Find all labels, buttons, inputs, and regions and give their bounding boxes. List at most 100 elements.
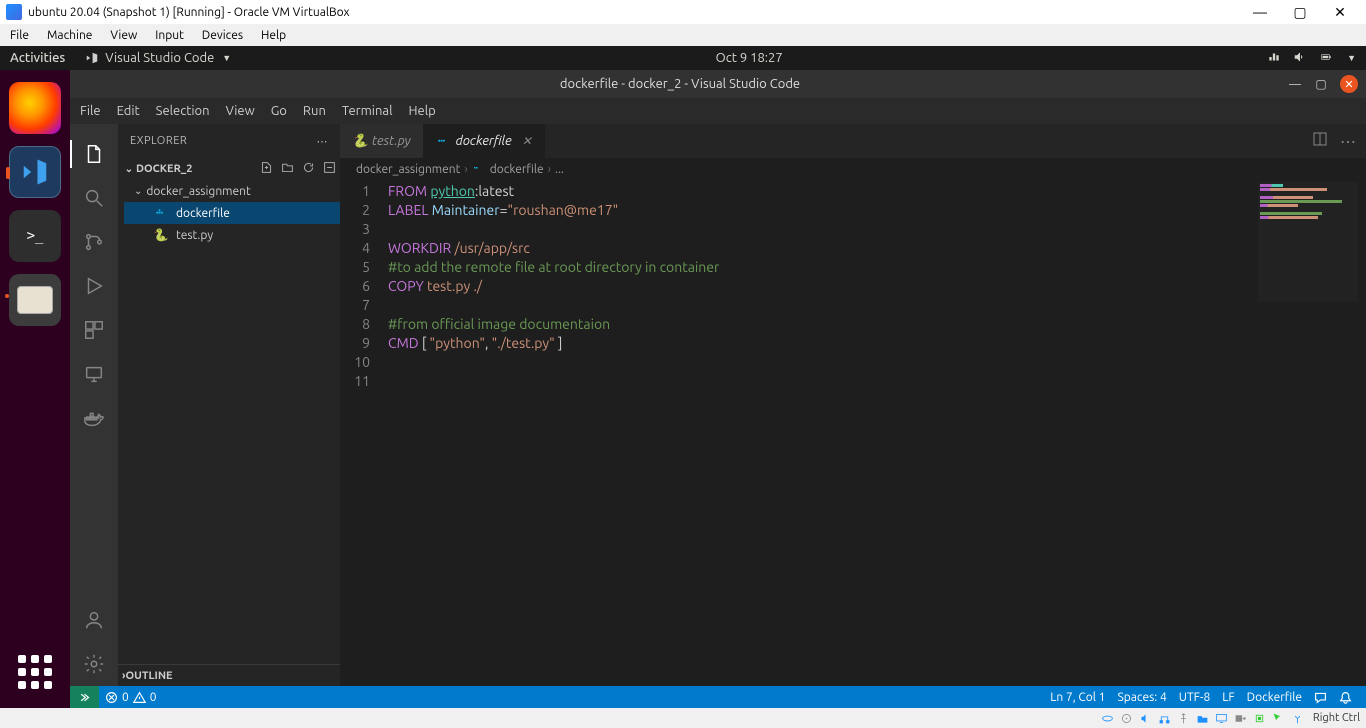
- virtualbox-title: ubuntu 20.04 (Snapshot 1) [Running] - Or…: [28, 6, 350, 19]
- dock-show-applications[interactable]: [9, 646, 61, 698]
- menu-go[interactable]: Go: [271, 104, 287, 118]
- activities-button[interactable]: Activities: [10, 51, 65, 65]
- status-encoding[interactable]: UTF-8: [1173, 691, 1216, 704]
- vscode-maximize-button[interactable]: ▢: [1308, 77, 1334, 91]
- line-number-gutter: 1234567891011: [340, 180, 388, 686]
- menu-selection[interactable]: Selection: [156, 104, 210, 118]
- status-line-col[interactable]: Ln 7, Col 1: [1044, 691, 1111, 704]
- activity-source-control[interactable]: [70, 220, 118, 264]
- breadcrumb[interactable]: docker_assignment › dockerfile › ...: [340, 158, 1366, 180]
- vbox-hdd-icon[interactable]: [1100, 711, 1115, 726]
- split-editor-icon[interactable]: [1312, 131, 1328, 151]
- refresh-icon[interactable]: [302, 161, 315, 177]
- code-content[interactable]: FROM python:latestLABEL Maintainer="rous…: [388, 180, 1366, 686]
- status-problems[interactable]: 0 0: [99, 691, 163, 704]
- editor-group: 🐍 test.py dockerfile ✕ ⋯ docke: [340, 124, 1366, 686]
- menu-terminal[interactable]: Terminal: [342, 104, 393, 118]
- menu-help[interactable]: Help: [408, 104, 435, 118]
- code-editor[interactable]: 1234567891011 FROM python:latestLABEL Ma…: [340, 180, 1366, 686]
- dock-terminal[interactable]: [9, 210, 61, 262]
- vbox-menu-file[interactable]: File: [10, 29, 29, 42]
- collapse-icon[interactable]: [323, 161, 336, 177]
- new-folder-icon[interactable]: [281, 161, 294, 177]
- minimap[interactable]: [1258, 182, 1358, 302]
- editor-more-icon[interactable]: ⋯: [1340, 132, 1356, 151]
- vbox-host-key: Right Ctrl: [1313, 712, 1360, 724]
- vbox-menu-help[interactable]: Help: [261, 29, 286, 42]
- vbox-shared-folder-icon[interactable]: [1195, 711, 1210, 726]
- menu-file[interactable]: File: [80, 104, 101, 118]
- status-notifications-icon[interactable]: [1333, 691, 1358, 704]
- menu-edit[interactable]: Edit: [117, 104, 140, 118]
- activity-run-debug[interactable]: [70, 264, 118, 308]
- status-feedback-icon[interactable]: [1308, 691, 1333, 704]
- system-menu-icon[interactable]: ▼: [1347, 53, 1356, 63]
- dropdown-icon: ▼: [222, 53, 231, 63]
- virtualbox-menu-bar: File Machine View Input Devices Help: [0, 24, 1366, 46]
- activity-docker[interactable]: [70, 396, 118, 440]
- status-spaces[interactable]: Spaces: 4: [1111, 691, 1172, 704]
- dock-vscode[interactable]: [9, 146, 61, 198]
- chevron-down-icon: ⌄: [122, 163, 136, 175]
- network-icon[interactable]: [1267, 50, 1281, 67]
- vbox-menu-input[interactable]: Input: [155, 29, 184, 42]
- vbox-audio-icon[interactable]: [1138, 711, 1153, 726]
- outline-header[interactable]: › OUTLINE: [118, 664, 340, 686]
- close-tab-icon[interactable]: ✕: [522, 134, 532, 148]
- docker-file-icon: [154, 206, 168, 220]
- tree-folder-docker-assignment[interactable]: ⌄ docker_assignment: [124, 180, 340, 202]
- tab-dockerfile[interactable]: dockerfile ✕: [424, 124, 545, 158]
- vscode-window: dockerfile - docker_2 - Visual Studio Co…: [70, 70, 1366, 708]
- activity-explorer[interactable]: [70, 132, 118, 176]
- sound-icon[interactable]: [1293, 50, 1307, 67]
- virtualbox-icon: [6, 4, 22, 20]
- dock-firefox[interactable]: [9, 82, 61, 134]
- python-file-icon: 🐍: [352, 134, 366, 148]
- vbox-menu-devices[interactable]: Devices: [202, 29, 243, 42]
- vbox-maximize-button[interactable]: ▢: [1280, 4, 1320, 21]
- tree-file-dockerfile[interactable]: dockerfile: [124, 202, 340, 224]
- dock-files[interactable]: [9, 274, 61, 326]
- vbox-network-icon[interactable]: [1157, 711, 1172, 726]
- explorer-more-icon[interactable]: ⋯: [317, 135, 329, 148]
- ubuntu-dock: [0, 70, 70, 708]
- activity-bar: [70, 124, 118, 686]
- vbox-menu-view[interactable]: View: [110, 29, 137, 42]
- vbox-mouse-icon[interactable]: [1271, 711, 1286, 726]
- menu-run[interactable]: Run: [303, 104, 326, 118]
- activity-extensions[interactable]: [70, 308, 118, 352]
- vbox-minimize-button[interactable]: —: [1240, 4, 1280, 20]
- vscode-minimize-button[interactable]: —: [1282, 78, 1308, 91]
- status-remote[interactable]: [70, 686, 99, 708]
- status-eol[interactable]: LF: [1216, 691, 1240, 704]
- status-language[interactable]: Dockerfile: [1241, 691, 1308, 704]
- activity-accounts[interactable]: [70, 598, 118, 642]
- tab-test-py[interactable]: 🐍 test.py: [340, 124, 424, 158]
- status-bar: 0 0 Ln 7, Col 1 Spaces: 4 UTF-8 LF Docke…: [70, 686, 1366, 708]
- activity-settings[interactable]: [70, 642, 118, 686]
- vbox-optical-icon[interactable]: [1119, 711, 1134, 726]
- vbox-keyboard-icon[interactable]: [1290, 711, 1305, 726]
- ubuntu-datetime[interactable]: Oct 9 18:27: [231, 51, 1267, 65]
- vbox-close-button[interactable]: ✕: [1320, 4, 1360, 21]
- activity-remote[interactable]: [70, 352, 118, 396]
- tree-file-test-py[interactable]: 🐍 test.py: [124, 224, 340, 246]
- menu-view[interactable]: View: [226, 104, 255, 118]
- explorer-project-header[interactable]: ⌄ DOCKER_2: [118, 158, 340, 180]
- battery-icon[interactable]: [1319, 50, 1333, 67]
- new-file-icon[interactable]: [260, 161, 273, 177]
- virtualbox-title-bar: ubuntu 20.04 (Snapshot 1) [Running] - Or…: [0, 0, 1366, 24]
- vbox-display-icon[interactable]: [1214, 711, 1229, 726]
- vbox-usb-icon[interactable]: [1176, 711, 1191, 726]
- vbox-cpu-icon[interactable]: [1252, 711, 1267, 726]
- vscode-title-bar: dockerfile - docker_2 - Visual Studio Co…: [70, 70, 1366, 98]
- activity-search[interactable]: [70, 176, 118, 220]
- ubuntu-top-bar: Activities Visual Studio Code ▼ Oct 9 18…: [0, 46, 1366, 70]
- vbox-recording-icon[interactable]: [1233, 711, 1248, 726]
- top-app-indicator[interactable]: Visual Studio Code ▼: [85, 51, 231, 65]
- docker-file-icon: [472, 162, 486, 176]
- explorer-sidebar: EXPLORER ⋯ ⌄ DOCKER_2 ⌄ d: [118, 124, 340, 686]
- vscode-menu-bar: File Edit Selection View Go Run Terminal…: [70, 98, 1366, 124]
- vscode-close-button[interactable]: ✕: [1340, 75, 1358, 93]
- vbox-menu-machine[interactable]: Machine: [47, 29, 92, 42]
